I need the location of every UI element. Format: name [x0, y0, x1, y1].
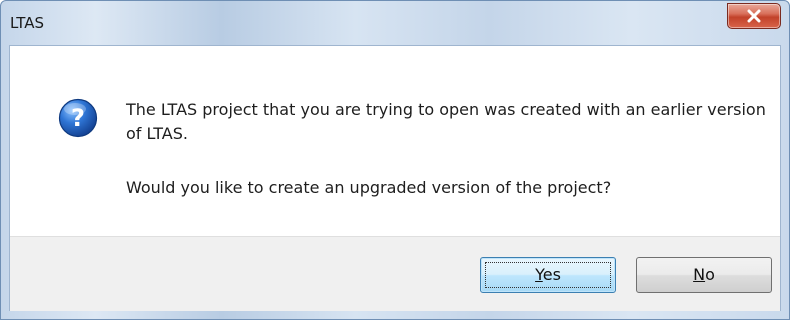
svg-text:?: ?: [71, 104, 85, 132]
no-label-rest: o: [705, 265, 715, 284]
close-button[interactable]: [727, 3, 781, 29]
no-button[interactable]: No: [636, 257, 772, 293]
dialog-window: LTAS ? The LTAS project that you are try…: [0, 0, 790, 320]
button-bar: Yes No: [10, 236, 780, 311]
dialog-content: ? The LTAS project that you are trying t…: [9, 45, 781, 311]
no-mnemonic: N: [693, 265, 706, 284]
window-title: LTAS: [10, 14, 45, 32]
title-bar[interactable]: LTAS: [1, 1, 789, 45]
message-area: ? The LTAS project that you are trying t…: [10, 46, 780, 236]
focus-rectangle: [485, 262, 611, 288]
close-icon: [747, 9, 761, 23]
message-text-primary: The LTAS project that you are trying to …: [126, 100, 766, 143]
message-text-question: Would you like to create an upgraded ver…: [126, 178, 612, 197]
yes-button[interactable]: Yes: [480, 257, 616, 293]
question-icon: ?: [58, 98, 98, 138]
